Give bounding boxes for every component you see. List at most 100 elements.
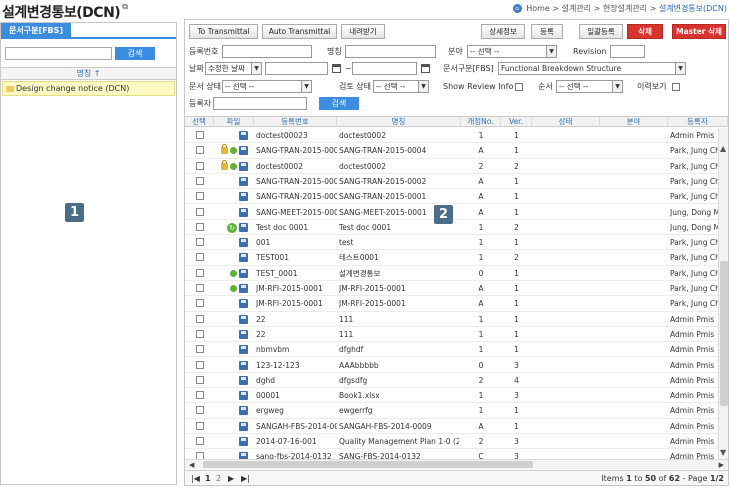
row-checkbox[interactable] <box>196 161 204 170</box>
table-row[interactable]: JM-RFI-2015-0001 JM-RFI-2015-0001 A 1 Park, … <box>185 296 718 312</box>
file-save-icon[interactable] <box>239 207 248 217</box>
row-checkbox[interactable] <box>196 131 204 139</box>
row-checkbox[interactable] <box>196 375 204 384</box>
table-row[interactable]: nbmvbm dfghdf 1 1 Admin Pmis <box>185 342 718 358</box>
row-checkbox[interactable] <box>196 176 204 185</box>
date-type-select[interactable]: 수정한 날짜 ▼ <box>205 62 262 75</box>
table-row[interactable]: doctest00023 doctest0002 1 1 Admin Pmis <box>185 128 718 144</box>
table-row[interactable]: 123-12-123 AAAbbbbb 0 3 Admin Pmis <box>185 358 718 373</box>
registrant-input[interactable] <box>213 97 307 110</box>
col-field[interactable]: 분야 <box>600 117 668 127</box>
col-file[interactable]: 파일 <box>214 117 254 127</box>
auto-transmittal-button[interactable]: Auto Transmittal <box>262 24 337 39</box>
col-name[interactable]: 명칭 <box>337 117 461 127</box>
field-select[interactable]: -- 선택 -- ▼ <box>467 45 557 58</box>
register-button[interactable]: 등록 <box>531 24 563 39</box>
col-reg-no[interactable]: 등록번호 <box>254 117 337 127</box>
table-row[interactable]: ergweg ewgerrfg 1 1 Admin Pmis <box>185 403 718 419</box>
vertical-scrollbar[interactable]: ▲ ▼ <box>718 128 728 459</box>
details-button[interactable]: 상세정보 <box>481 24 525 39</box>
file-save-icon[interactable] <box>239 406 248 416</box>
left-search-input[interactable] <box>5 47 112 60</box>
file-save-icon[interactable] <box>239 314 248 324</box>
file-save-icon[interactable] <box>239 131 248 140</box>
table-row[interactable]: 2014-07-16-001 Quality Management Plan 1-… <box>185 434 718 450</box>
col-status[interactable]: 상태 <box>532 117 600 127</box>
row-checkbox[interactable] <box>196 299 204 308</box>
last-page-icon[interactable]: ▶| <box>241 472 250 485</box>
revision-input[interactable] <box>610 45 645 58</box>
doc-status-select[interactable]: -- 선택 -- ▼ <box>222 80 312 93</box>
file-save-icon[interactable] <box>239 375 248 385</box>
scroll-up-icon[interactable]: ▲ <box>720 144 726 153</box>
file-save-icon[interactable] <box>239 176 248 186</box>
file-save-icon[interactable] <box>239 452 248 459</box>
left-search-button[interactable]: 검색 <box>115 47 155 60</box>
scroll-down-icon[interactable]: ▼ <box>720 448 726 457</box>
calendar-icon[interactable] <box>421 64 430 73</box>
home-icon[interactable]: ⌂ <box>512 4 522 13</box>
file-save-icon[interactable] <box>239 253 248 263</box>
file-save-icon[interactable] <box>239 391 248 401</box>
row-checkbox[interactable] <box>196 391 204 400</box>
file-save-icon[interactable] <box>239 360 248 370</box>
file-save-icon[interactable] <box>239 437 248 446</box>
table-row[interactable]: TEST001 테스트0001 1 2 Park, Jung Ch <box>185 250 718 266</box>
table-row[interactable]: SANGAH-FBS-2014-0009SANGAH-FBS-2014-0009… <box>185 419 718 434</box>
doc-class-select[interactable]: Functional Breakdown Structure ▼ <box>498 62 686 75</box>
file-save-icon[interactable] <box>239 284 248 293</box>
file-save-icon[interactable] <box>239 161 248 171</box>
file-save-icon[interactable] <box>239 299 248 309</box>
history-checkbox[interactable] <box>672 83 680 91</box>
scroll-right-icon[interactable]: ▶ <box>719 460 724 470</box>
show-review-checkbox[interactable] <box>515 83 523 91</box>
page-link-2[interactable]: 2 <box>216 472 221 485</box>
table-row[interactable]: 22 111 1 1 Admin Pmis <box>185 312 718 327</box>
left-column-header-name[interactable]: 명칭 ↑ <box>1 67 176 80</box>
table-row[interactable]: sang-fbs-2014-0132 SANG-FBS-2014-0132 C 3 Ad… <box>185 449 718 459</box>
row-checkbox[interactable] <box>196 437 204 445</box>
file-save-icon[interactable] <box>239 329 248 339</box>
row-checkbox[interactable] <box>196 207 204 216</box>
table-row[interactable]: dghd dfgsdfg 2 4 Admin Pmis <box>185 373 718 389</box>
file-save-icon[interactable] <box>239 222 248 232</box>
download-button[interactable]: 내려받기 <box>341 24 385 39</box>
tree-item-dcn[interactable]: Design change notice (DCN) <box>2 81 175 96</box>
table-row[interactable]: JM-RFI-2015-0001 JM-RFI-2015-0001 A 1 Park, … <box>185 281 718 297</box>
name-input[interactable] <box>345 45 436 58</box>
reg-no-input[interactable] <box>222 45 312 58</box>
col-revision-no[interactable]: 개정No. <box>461 117 501 127</box>
filter-search-button[interactable]: 검색 <box>319 97 359 110</box>
breadcrumb-home[interactable]: Home <box>526 4 550 13</box>
to-transmittal-button[interactable]: To Transmittal <box>189 24 258 39</box>
file-save-icon[interactable] <box>239 268 248 278</box>
row-checkbox[interactable] <box>196 345 204 354</box>
row-checkbox[interactable] <box>196 452 204 459</box>
delete-button[interactable]: 삭제 <box>627 24 663 39</box>
row-checkbox[interactable] <box>196 253 204 262</box>
file-save-icon[interactable] <box>239 345 248 355</box>
row-checkbox[interactable] <box>196 421 204 430</box>
breadcrumb-design-mgmt[interactable]: 설계관리 <box>562 4 591 13</box>
file-save-icon[interactable] <box>239 238 248 248</box>
table-row[interactable]: 00001 Book1.xlsx 1 3 Admin Pmis <box>185 388 718 404</box>
link-icon[interactable]: ⧉ <box>122 2 128 11</box>
date-to-input[interactable] <box>352 62 417 75</box>
page-link-1[interactable]: 1 <box>205 472 211 485</box>
date-from-input[interactable] <box>265 62 328 75</box>
calendar-icon[interactable] <box>332 64 341 73</box>
row-checkbox[interactable] <box>196 406 204 415</box>
table-row[interactable]: 22 111 1 1 Admin Pmis <box>185 327 718 343</box>
order-select[interactable]: -- 선택 -- ▼ <box>556 80 623 93</box>
col-version[interactable]: Ver. <box>501 117 532 127</box>
horizontal-scroll-thumb[interactable] <box>203 461 533 468</box>
table-row[interactable]: SANG-TRAN-2015-0004 SANG-TRAN-2015-0004 A 1… <box>185 143 718 159</box>
file-save-icon[interactable] <box>239 421 248 431</box>
file-save-icon[interactable] <box>239 146 248 156</box>
scroll-left-icon[interactable]: ◀ <box>189 460 194 470</box>
next-page-icon[interactable]: ▶ <box>228 472 234 485</box>
review-status-select[interactable]: -- 선택 -- ▼ <box>373 80 429 93</box>
table-row[interactable]: SANG-TRAN-2015-0001 SANG-TRAN-2015-0001 A 1… <box>185 189 718 205</box>
vertical-scroll-thumb[interactable] <box>720 261 728 406</box>
master-delete-button[interactable]: Master 삭제 <box>672 24 726 39</box>
